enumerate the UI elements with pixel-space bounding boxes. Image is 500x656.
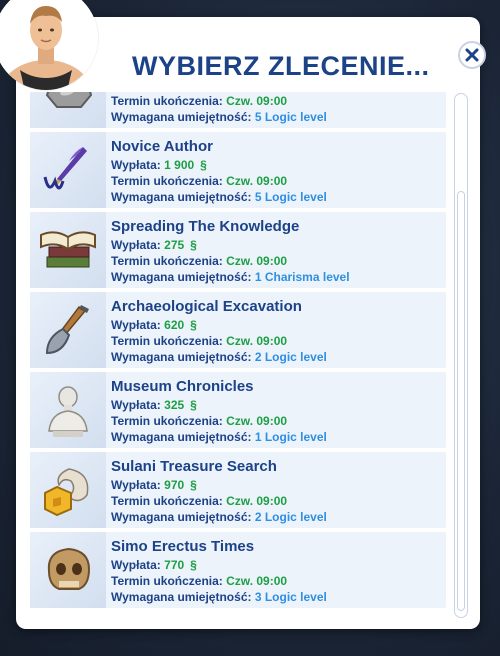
- job-info: Museum Chronicles Wypłata: 325 § Termin u…: [106, 372, 327, 448]
- skill-value: 1 Charisma level: [254, 270, 350, 284]
- job-title: Sulani Treasure Search: [111, 458, 277, 475]
- simoleon-icon: §: [190, 318, 197, 332]
- deadline-line: Termin ukończenia: Czw. 09:00: [111, 93, 327, 109]
- skill-label: Wymagana umiejętność:: [111, 110, 252, 124]
- skill-line: Wymagana umiejętność: 1 Charisma level: [111, 269, 350, 285]
- skill-value: 5 Logic level: [254, 110, 327, 124]
- pay-value: 325: [164, 398, 185, 412]
- skill-line: Wymagana umiejętność: 1 Logic level: [111, 429, 327, 445]
- pay-label: Wypłata:: [111, 398, 161, 412]
- pay-label: Wypłata:: [111, 558, 161, 572]
- pay-line: Wypłata: 1 900 §: [111, 157, 327, 173]
- pay-label: Wypłata:: [111, 478, 161, 492]
- deadline-label: Termin ukończenia:: [111, 574, 223, 588]
- shovel-icon: [30, 292, 106, 368]
- pay-value: 1 900: [164, 158, 195, 172]
- skill-label: Wymagana umiejętność:: [111, 190, 252, 204]
- pay-label: Wypłata:: [111, 318, 161, 332]
- job-list-item[interactable]: Simo Erectus Times Wypłata: 770 § Termin …: [30, 532, 446, 608]
- skill-label: Wymagana umiejętność:: [111, 350, 252, 364]
- deadline-value: Czw. 09:00: [226, 574, 288, 588]
- job-list-item[interactable]: Spreading The Knowledge Wypłata: 275 § Te…: [30, 212, 446, 288]
- skill-value: 5 Logic level: [254, 190, 327, 204]
- job-title: Novice Author: [111, 138, 213, 155]
- skill-line: Wymagana umiejętność: 2 Logic level: [111, 349, 327, 365]
- simoleon-icon: §: [190, 478, 197, 492]
- skill-value: 1 Logic level: [254, 430, 327, 444]
- job-title: Simo Erectus Times: [111, 538, 255, 555]
- skill-label: Wymagana umiejętność:: [111, 510, 252, 524]
- treasure-shell-icon: [30, 452, 106, 528]
- skill-value: 3 Logic level: [254, 590, 327, 604]
- skill-line: Wymagana umiejętność: 5 Logic level: [111, 109, 327, 125]
- job-info: Sulani Treasure Search Wypłata: 970 § Ter…: [106, 452, 327, 528]
- skill-label: Wymagana umiejętność:: [111, 590, 252, 604]
- pay-label: Wypłata:: [111, 158, 161, 172]
- pay-value: 620: [164, 318, 185, 332]
- skill-line: Wymagana umiejętność: 3 Logic level: [111, 589, 327, 605]
- books-icon: [30, 212, 106, 288]
- pay-line: Wypłata: 325 §: [111, 397, 327, 413]
- deadline-label: Termin ukończenia:: [111, 334, 223, 348]
- job-info: Novice Author Wypłata: 1 900 § Termin uko…: [106, 132, 327, 208]
- job-list-item[interactable]: Archaeological Excavation Wypłata: 620 § …: [30, 292, 446, 368]
- deadline-line: Termin ukończenia: Czw. 09:00: [111, 493, 327, 509]
- deadline-label: Termin ukończenia:: [111, 414, 223, 428]
- scrollbar-track[interactable]: [454, 93, 468, 618]
- pay-value: 770: [164, 558, 185, 572]
- pay-line: Wypłata: 620 §: [111, 317, 327, 333]
- job-info: Wypłata: 2 600§ Termin ukończenia: Czw. …: [106, 92, 327, 128]
- deadline-label: Termin ukończenia:: [111, 254, 223, 268]
- pay-value: 970: [164, 478, 185, 492]
- pay-line: Wypłata: 970 §: [111, 477, 327, 493]
- job-list-item[interactable]: Wypłata: 2 600§ Termin ukończenia: Czw. …: [30, 92, 446, 128]
- job-info: Spreading The Knowledge Wypłata: 275 § Te…: [106, 212, 350, 288]
- skill-line: Wymagana umiejętność: 2 Logic level: [111, 509, 327, 525]
- simoleon-icon: §: [190, 558, 197, 572]
- deadline-value: Czw. 09:00: [226, 94, 288, 108]
- quill-pen-icon: [30, 132, 106, 208]
- simoleon-icon: §: [190, 238, 197, 252]
- deadline-line: Termin ukończenia: Czw. 09:00: [111, 573, 327, 589]
- skill-label: Wymagana umiejętność:: [111, 270, 252, 284]
- skill-value: 2 Logic level: [254, 350, 327, 364]
- job-list-item[interactable]: Novice Author Wypłata: 1 900 § Termin uko…: [30, 132, 446, 208]
- pay-line: Wypłata: 275 §: [111, 237, 350, 253]
- job-list-item[interactable]: Sulani Treasure Search Wypłata: 970 § Ter…: [30, 452, 446, 528]
- deadline-value: Czw. 09:00: [226, 254, 288, 268]
- skill-label: Wymagana umiejętność:: [111, 430, 252, 444]
- deadline-value: Czw. 09:00: [226, 334, 288, 348]
- deadline-value: Czw. 09:00: [226, 494, 288, 508]
- pay-value: 275: [164, 238, 185, 252]
- close-button[interactable]: [458, 41, 486, 69]
- bust-statue-icon: [30, 372, 106, 448]
- simoleon-icon: §: [190, 398, 197, 412]
- dialog-title: WYBIERZ ZLECENIE...: [132, 51, 430, 81]
- scrollbar-thumb[interactable]: [457, 191, 465, 611]
- deadline-label: Termin ukończenia:: [111, 174, 223, 188]
- deadline-line: Termin ukończenia: Czw. 09:00: [111, 173, 327, 189]
- skill-value: 2 Logic level: [254, 510, 327, 524]
- job-title: Museum Chronicles: [111, 378, 254, 395]
- job-list-item[interactable]: Museum Chronicles Wypłata: 325 § Termin u…: [30, 372, 446, 448]
- job-list[interactable]: Wypłata: 2 600§ Termin ukończenia: Czw. …: [30, 92, 446, 622]
- skill-line: Wymagana umiejętność: 5 Logic level: [111, 189, 327, 205]
- deadline-value: Czw. 09:00: [226, 414, 288, 428]
- rock-fossil-icon: [30, 92, 106, 128]
- simoleon-icon: §: [200, 158, 207, 172]
- deadline-line: Termin ukończenia: Czw. 09:00: [111, 253, 350, 269]
- pay-line: Wypłata: 770 §: [111, 557, 327, 573]
- deadline-label: Termin ukończenia:: [111, 494, 223, 508]
- deadline-label: Termin ukończenia:: [111, 94, 223, 108]
- job-info: Simo Erectus Times Wypłata: 770 § Termin …: [106, 532, 327, 608]
- skull-fossil-icon: [30, 532, 106, 608]
- deadline-value: Czw. 09:00: [226, 174, 288, 188]
- deadline-line: Termin ukończenia: Czw. 09:00: [111, 413, 327, 429]
- job-title: Archaeological Excavation: [111, 298, 302, 315]
- pay-label: Wypłata:: [111, 238, 161, 252]
- job-title: Spreading The Knowledge: [111, 218, 300, 235]
- close-icon: [465, 48, 479, 62]
- job-info: Archaeological Excavation Wypłata: 620 § …: [106, 292, 327, 368]
- deadline-line: Termin ukończenia: Czw. 09:00: [111, 333, 327, 349]
